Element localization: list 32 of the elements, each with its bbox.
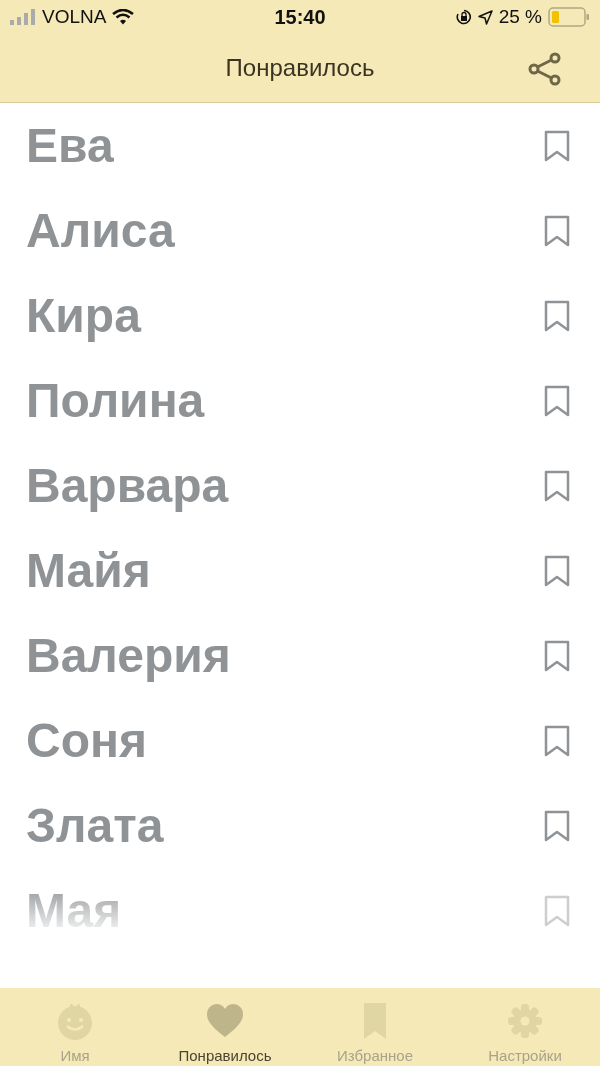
bookmark-icon[interactable] xyxy=(544,214,570,247)
tab-bar-item[interactable]: Понравилось xyxy=(150,988,300,1066)
baby-name: Кира xyxy=(26,288,141,343)
baby-name: Алиса xyxy=(26,203,175,258)
bookmark-icon[interactable] xyxy=(544,639,570,672)
bookmark-icon[interactable] xyxy=(544,809,570,842)
status-time: 15:40 xyxy=(274,5,326,29)
battery-percent: 25 % xyxy=(498,6,542,28)
share-icon[interactable] xyxy=(528,52,562,86)
battery-icon xyxy=(548,7,590,27)
rotation-lock-icon xyxy=(455,9,472,25)
carrier-name: VOLNA xyxy=(42,6,107,28)
signal-icon xyxy=(10,9,36,25)
tab-bar-item[interactable]: Имя xyxy=(0,988,150,1066)
bookmark-icon[interactable] xyxy=(544,129,570,162)
tab-bar-item[interactable]: Настройки xyxy=(450,988,600,1066)
bookmark-icon[interactable] xyxy=(544,469,570,502)
baby-name: Варвара xyxy=(26,458,229,513)
screen-title: Понравилось xyxy=(225,54,375,82)
bookmark-icon[interactable] xyxy=(544,724,570,757)
baby-name: Полина xyxy=(26,373,205,428)
baby-name: Валерия xyxy=(26,628,231,683)
bookmark-icon[interactable] xyxy=(544,384,570,417)
bookmark-icon[interactable] xyxy=(544,299,570,332)
baby-name: Ева xyxy=(26,118,114,173)
location-arrow-icon xyxy=(477,9,493,25)
baby-name: Майя xyxy=(26,543,151,598)
wifi-icon xyxy=(112,9,135,25)
bookmark-icon[interactable] xyxy=(544,554,570,587)
baby-name: Соня xyxy=(26,713,147,768)
tab-bar-item[interactable]: Избранное xyxy=(300,988,450,1066)
baby-name: Злата xyxy=(26,798,164,853)
